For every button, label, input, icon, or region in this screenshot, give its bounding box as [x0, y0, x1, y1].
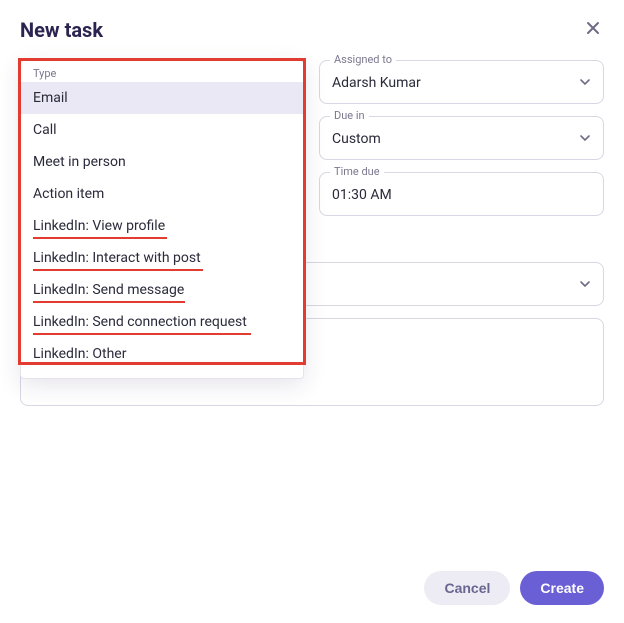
- due-in-value: Custom: [332, 131, 579, 147]
- type-option[interactable]: LinkedIn: Other: [21, 338, 303, 370]
- close-icon: [585, 20, 601, 41]
- close-button[interactable]: [582, 19, 604, 41]
- type-field-label: Type: [21, 67, 303, 82]
- assigned-to-label: Assigned to: [330, 53, 396, 66]
- annotation-underline: [33, 237, 167, 239]
- annotation-underline: [33, 301, 185, 303]
- form-body: Type EmailCallMeet in personAction itemL…: [20, 60, 604, 216]
- type-dropdown: Type EmailCallMeet in personAction itemL…: [20, 60, 304, 379]
- type-option[interactable]: Email: [21, 82, 303, 114]
- assigned-to-value: Adarsh Kumar: [332, 75, 579, 91]
- annotation-underline: [33, 269, 203, 271]
- type-option[interactable]: LinkedIn: View profile: [21, 210, 303, 242]
- type-option[interactable]: Meet in person: [21, 146, 303, 178]
- dialog-title: New task: [20, 18, 103, 42]
- type-option[interactable]: LinkedIn: Interact with post: [21, 242, 303, 274]
- time-due-value: 01:30 AM: [332, 187, 591, 203]
- left-column: Type EmailCallMeet in personAction itemL…: [20, 60, 305, 216]
- type-option[interactable]: LinkedIn: Send connection request: [21, 306, 303, 338]
- chevron-down-icon: [579, 278, 591, 293]
- time-due-input[interactable]: Time due 01:30 AM: [319, 172, 604, 216]
- type-option[interactable]: LinkedIn: Send message: [21, 274, 303, 306]
- assigned-to-select[interactable]: Assigned to Adarsh Kumar: [319, 60, 604, 104]
- chevron-down-icon: [579, 132, 591, 147]
- create-button[interactable]: Create: [520, 571, 604, 605]
- type-dropdown-list: EmailCallMeet in personAction itemLinked…: [21, 82, 303, 370]
- cancel-button[interactable]: Cancel: [424, 571, 510, 605]
- time-due-label: Time due: [330, 165, 384, 178]
- new-task-dialog: New task Type EmailCallMeet in personAct…: [0, 0, 624, 623]
- due-in-label: Due in: [330, 109, 369, 122]
- dialog-header: New task: [20, 18, 604, 42]
- chevron-down-icon: [579, 76, 591, 91]
- right-column: Assigned to Adarsh Kumar Due in Custom T…: [319, 60, 604, 216]
- type-option[interactable]: Action item: [21, 178, 303, 210]
- annotation-underline: [33, 333, 251, 335]
- due-in-select[interactable]: Due in Custom: [319, 116, 604, 160]
- dialog-footer: Cancel Create: [20, 551, 604, 605]
- type-option[interactable]: Call: [21, 114, 303, 146]
